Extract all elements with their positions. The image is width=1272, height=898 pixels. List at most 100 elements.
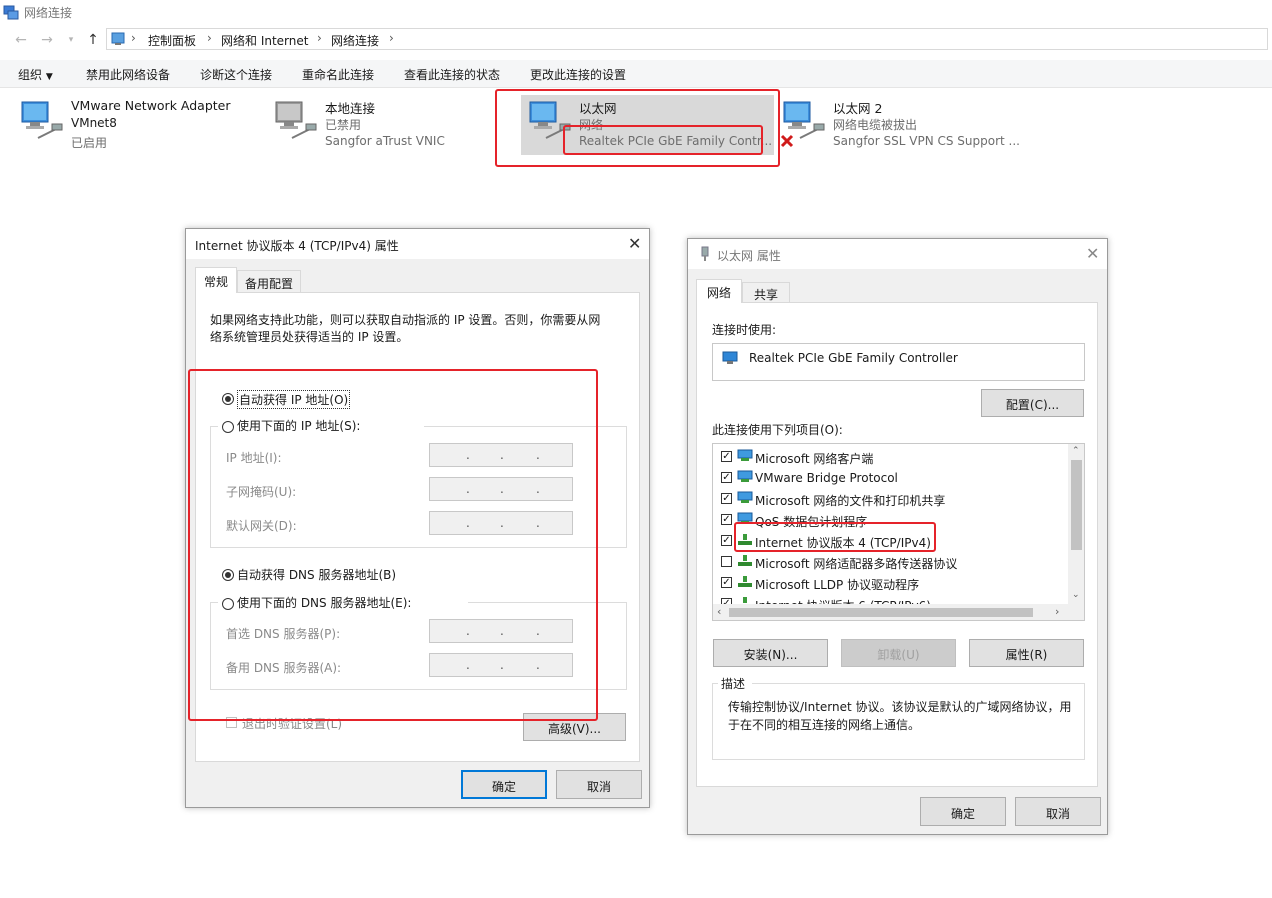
list-item-multiplexor[interactable]: Microsoft 网络适配器多路传送器协议 [719,553,1064,573]
command-bar: 组织 ▼ 禁用此网络设备 诊断这个连接 重命名此连接 查看此连接的状态 更改此连… [0,60,1272,88]
forward-arrow-icon[interactable]: → [38,30,56,50]
recent-dropdown-icon[interactable]: ▾ [62,30,80,50]
scroll-right-icon[interactable]: › [1055,605,1059,618]
item-checkbox[interactable]: ✓ [721,577,732,588]
item-label: VMware Bridge Protocol [755,471,898,485]
adapter-vmnet8[interactable]: VMware Network Adapter VMnet8 已启用 [18,94,258,160]
scroll-up-icon[interactable]: ⌃ [1072,446,1080,456]
network-client-icon [737,491,753,505]
description-line2: 于在不同的相互连接的网络上通信。 [728,718,921,732]
adapter-device: Sangfor aTrust VNIC [325,134,445,148]
dropdown-arrow-icon: ▼ [45,72,53,82]
dialog-title: Internet 协议版本 4 (TCP/IPv4) 属性 [195,239,399,253]
item-checkbox[interactable]: ✓ [721,514,732,525]
scrollbar-thumb[interactable] [1071,460,1082,550]
adapter-device: 已启用 [71,136,108,150]
configure-button[interactable]: 配置(C)... [981,389,1084,417]
address-bar[interactable]: › 控制面板 › 网络和 Internet › 网络连接 › [106,28,1268,50]
network-connections-icon [3,4,19,20]
chevron-right-icon[interactable]: › [389,31,394,45]
protocol-icon [737,554,753,568]
intro-text-line2: 络系统管理员处获得适当的 IP 设置。 [210,330,409,344]
tab-alternate-config[interactable]: 备用配置 [237,270,301,292]
network-adapter-icon [18,98,68,144]
connect-using-label: 连接时使用: [712,323,777,337]
intro-text-line1: 如果网络支持此功能，则可以获取自动指派的 IP 设置。否则，你需要从网 [210,313,601,327]
adapter-name: VMware Network Adapter [71,98,231,113]
breadcrumb-network-connections[interactable]: 网络连接 [331,32,379,49]
adapter-name: 本地连接 [325,101,376,116]
up-arrow-icon[interactable]: ↑ [84,30,102,50]
scroll-down-icon[interactable]: ⌄ [1072,590,1080,600]
description-label: 描述 [721,677,746,691]
back-arrow-icon[interactable]: ← [12,30,30,50]
organize-label: 组织 [18,68,43,82]
item-label: Microsoft 网络适配器多路传送器协议 [755,557,958,571]
chevron-right-icon[interactable]: › [207,31,212,45]
item-checkbox[interactable]: ✓ [721,451,732,462]
horizontal-scrollbar[interactable]: ‹ › [713,604,1084,620]
ethernet-icon [698,246,712,262]
uninstall-button[interactable]: 卸载(U) [841,639,956,667]
breadcrumb-network-internet[interactable]: 网络和 Internet [221,32,308,49]
ok-button[interactable]: 确定 [461,770,547,799]
adapter-name: 以太网 2 [833,101,883,116]
disable-device-button[interactable]: 禁用此网络设备 [86,66,170,83]
close-icon[interactable]: ✕ [628,236,641,252]
control-panel-icon [110,31,126,47]
list-item-file-printer-sharing[interactable]: ✓ Microsoft 网络的文件和打印机共享 [719,490,1064,510]
vertical-scrollbar[interactable]: ⌃ ⌄ [1068,444,1084,604]
network-client-icon [737,470,753,484]
adapter-display-box: Realtek PCIe GbE Family Controller [712,343,1085,381]
tab-sharing[interactable]: 共享 [742,282,790,303]
chevron-right-icon[interactable]: › [317,31,322,45]
item-checkbox[interactable]: ✓ [721,472,732,483]
item-label: Microsoft 网络客户端 [755,452,874,466]
cable-unplugged-icon [780,134,794,148]
adapter-status: 网络电缆被拔出 [833,118,918,132]
scrollbar-thumb[interactable] [729,608,1033,617]
adapter-ethernet-2[interactable]: 以太网 2 网络电缆被拔出 Sangfor SSL VPN CS Support… [780,94,1030,160]
organize-menu[interactable]: 组织 ▼ [18,66,53,83]
tab-network[interactable]: 网络 [696,279,742,303]
window-title: 网络连接 [24,6,73,20]
change-settings-button[interactable]: 更改此连接的设置 [530,66,626,83]
network-adapter-icon [722,351,738,365]
rename-button[interactable]: 重命名此连接 [302,66,374,83]
breadcrumb-control-panel[interactable]: 控制面板 [148,32,196,49]
close-icon[interactable]: ✕ [1086,246,1099,262]
item-label: Microsoft 网络的文件和打印机共享 [755,494,946,508]
annotation-box-ip-settings [188,369,598,721]
adapter-status: VMnet8 [71,116,117,130]
view-status-button[interactable]: 查看此连接的状态 [404,66,500,83]
list-item-lldp[interactable]: ✓ Microsoft LLDP 协议驱动程序 [719,574,1064,594]
install-button[interactable]: 安装(N)... [713,639,828,667]
description-line1: 传输控制协议/Internet 协议。该协议是默认的广域网络协议，用 [728,700,1072,714]
network-client-icon [737,449,753,463]
list-item-ms-client[interactable]: ✓ Microsoft 网络客户端 [719,448,1064,468]
annotation-box-device [563,125,763,155]
ok-button[interactable]: 确定 [920,797,1006,826]
adapter-name: Realtek PCIe GbE Family Controller [749,351,958,365]
diagnose-button[interactable]: 诊断这个连接 [200,66,272,83]
items-label: 此连接使用下列项目(O): [712,423,843,437]
cancel-button[interactable]: 取消 [556,770,642,799]
window-titlebar: 网络连接 [0,0,1272,24]
tab-general[interactable]: 常规 [195,267,237,293]
item-label: Microsoft LLDP 协议驱动程序 [755,578,920,592]
item-checkbox[interactable]: ✓ [721,535,732,546]
network-adapter-disabled-icon [272,98,322,144]
dialog-title: 以太网 属性 [717,249,781,263]
chevron-right-icon[interactable]: › [131,31,136,45]
adapter-local-connection[interactable]: 本地连接 已禁用 Sangfor aTrust VNIC [272,94,492,160]
adapter-status: 已禁用 [325,118,362,132]
adapter-device: Sangfor SSL VPN CS Support ... [833,134,1020,148]
annotation-box-ipv4-item [734,522,936,552]
protocol-icon [737,575,753,589]
item-checkbox[interactable]: ✓ [721,493,732,504]
item-checkbox[interactable] [721,556,732,567]
scroll-left-icon[interactable]: ‹ [717,605,721,618]
list-item-vmware-bridge[interactable]: ✓ VMware Bridge Protocol [719,469,1064,489]
properties-button[interactable]: 属性(R) [969,639,1084,667]
cancel-button[interactable]: 取消 [1015,797,1101,826]
